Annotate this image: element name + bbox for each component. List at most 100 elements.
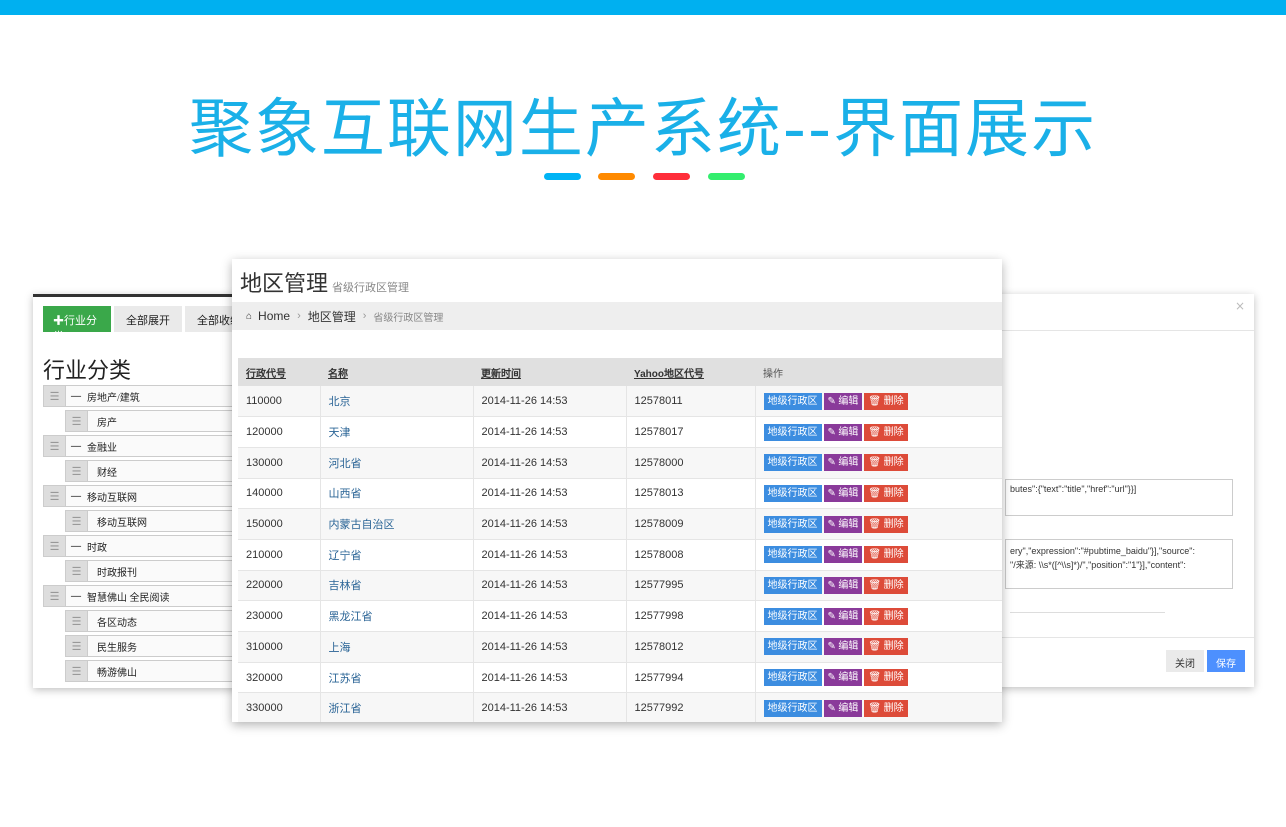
cell-name-link[interactable]: 天津	[319, 416, 473, 448]
sub-region-button[interactable]: 地级行政区	[763, 423, 822, 441]
column-header-updated[interactable]: 更新时间	[473, 358, 626, 386]
cell-code: 230000	[246, 610, 283, 623]
cell-code: 120000	[246, 426, 283, 439]
drag-handle-icon[interactable]: ☰	[66, 411, 88, 431]
cell-actions: 地级行政区 ✎ 编辑 🗑 删除	[754, 539, 1002, 571]
home-icon[interactable]: ⌂	[246, 311, 252, 322]
sub-region-button[interactable]: 地级行政区	[763, 576, 822, 594]
edit-button[interactable]: ✎ 编辑	[823, 669, 863, 687]
drag-handle-icon[interactable]: ☰	[44, 436, 66, 456]
edit-button[interactable]: ✎ 编辑	[823, 607, 863, 625]
collapse-toggle-icon[interactable]: —	[71, 491, 81, 502]
delete-button[interactable]: 🗑 删除	[864, 392, 908, 410]
sub-region-button[interactable]: 地级行政区	[763, 669, 822, 687]
sub-region-button[interactable]: 地级行政区	[763, 638, 822, 656]
cell-name-link[interactable]: 江苏省	[319, 662, 473, 693]
tree-child-node[interactable]: ☰ 财经	[65, 460, 253, 482]
cell-name-link[interactable]: 浙江省	[319, 692, 473, 722]
edit-button[interactable]: ✎ 编辑	[823, 484, 863, 502]
delete-button[interactable]: 🗑 删除	[864, 546, 908, 564]
tree-child-node[interactable]: ☰ 移动互联网	[65, 510, 253, 532]
tree-node-label: 移动互联网	[97, 517, 147, 529]
drag-handle-icon[interactable]: ☰	[44, 586, 66, 606]
drag-handle-icon[interactable]: ☰	[66, 511, 88, 531]
tree-node[interactable]: ☰ — 金融业	[43, 435, 253, 457]
column-header-code[interactable]: 行政代号	[238, 358, 320, 386]
cell-code: 210000	[246, 548, 283, 561]
delete-button-label: 删除	[883, 579, 904, 591]
sub-region-button[interactable]: 地级行政区	[763, 454, 822, 472]
edit-button[interactable]: ✎ 编辑	[823, 638, 863, 656]
drag-handle-icon[interactable]: ☰	[44, 536, 66, 556]
tree-child-node[interactable]: ☰ 各区动态	[65, 610, 253, 632]
config-text-2a: ery","expression":"#pubtime_baidu"}],"so…	[1010, 546, 1195, 556]
drag-handle-icon[interactable]: ☰	[66, 661, 88, 681]
delete-button[interactable]: 🗑 删除	[864, 607, 908, 625]
sub-region-button[interactable]: 地级行政区	[763, 546, 822, 564]
edit-button[interactable]: ✎ 编辑	[823, 699, 863, 717]
collapse-toggle-icon[interactable]: —	[71, 391, 81, 402]
drag-handle-icon[interactable]: ☰	[66, 611, 88, 631]
cell-name-link[interactable]: 内蒙古自治区	[319, 508, 473, 540]
delete-button[interactable]: 🗑 删除	[864, 423, 908, 441]
delete-button-label: 删除	[883, 395, 904, 407]
delete-button[interactable]: 🗑 删除	[864, 454, 908, 472]
tree-node[interactable]: ☰ — 房地产/建筑	[43, 385, 253, 407]
tree-node-label: 移动互联网	[87, 492, 137, 504]
column-header-yahoo[interactable]: Yahoo地区代号	[626, 358, 755, 386]
edit-button[interactable]: ✎ 编辑	[823, 515, 863, 533]
cell-name-link[interactable]: 辽宁省	[319, 539, 473, 571]
drag-handle-icon[interactable]: ☰	[66, 561, 88, 581]
breadcrumb-level1[interactable]: 地区管理	[308, 308, 356, 325]
modal-close-button[interactable]: 关闭	[1166, 650, 1204, 672]
trash-icon: 🗑	[868, 487, 884, 499]
edit-button-label: 编辑	[838, 487, 859, 499]
edit-button[interactable]: ✎ 编辑	[823, 392, 863, 410]
sub-region-button[interactable]: 地级行政区	[763, 484, 822, 502]
tree-node[interactable]: ☰ — 智慧佛山 全民阅读	[43, 585, 253, 607]
modal-close-icon[interactable]: ×	[1235, 299, 1245, 313]
cell-name-link[interactable]: 上海	[319, 631, 473, 663]
tree-child-node[interactable]: ☰ 房产	[65, 410, 253, 432]
collapse-toggle-icon[interactable]: —	[71, 541, 81, 552]
drag-handle-icon[interactable]: ☰	[44, 486, 66, 506]
tree-child-node[interactable]: ☰ 畅游佛山	[65, 660, 253, 682]
cell-name-link[interactable]: 黑龙江省	[319, 600, 473, 632]
cell-name-link[interactable]: 河北省	[319, 447, 473, 479]
add-category-button[interactable]: ✚行业分类	[43, 306, 111, 343]
expand-all-button[interactable]: 全部展开	[114, 306, 182, 332]
tree-child-node[interactable]: ☰ 民生服务	[65, 635, 253, 657]
delete-button[interactable]: 🗑 删除	[864, 638, 908, 656]
sub-region-button[interactable]: 地级行政区	[763, 515, 822, 533]
modal-save-button[interactable]: 保存	[1207, 650, 1245, 672]
edit-button[interactable]: ✎ 编辑	[823, 454, 863, 472]
sub-region-button[interactable]: 地级行政区	[763, 699, 822, 717]
drag-handle-icon[interactable]: ☰	[66, 461, 88, 481]
config-textarea-1[interactable]: butes":{"text":"title","href":"url"}}]	[1005, 479, 1233, 516]
edit-button[interactable]: ✎ 编辑	[823, 546, 863, 564]
edit-button[interactable]: ✎ 编辑	[823, 423, 863, 441]
collapse-toggle-icon[interactable]: —	[71, 591, 81, 602]
tree-child-node[interactable]: ☰ 时政报刊	[65, 560, 253, 582]
tree-node[interactable]: ☰ — 移动互联网	[43, 485, 253, 507]
delete-button[interactable]: 🗑 删除	[864, 484, 908, 502]
cell-name-link[interactable]: 山西省	[319, 478, 473, 509]
table-row: 330000 浙江省 2014-11-26 14:53 12577992 地级行政区 ✎ …	[238, 692, 1002, 722]
delete-button[interactable]: 🗑 删除	[864, 576, 908, 594]
sub-region-button[interactable]: 地级行政区	[763, 607, 822, 625]
sub-region-button[interactable]: 地级行政区	[763, 392, 822, 410]
drag-handle-icon[interactable]: ☰	[66, 636, 88, 656]
delete-button[interactable]: 🗑 删除	[864, 515, 908, 533]
delete-button[interactable]: 🗑 删除	[864, 699, 908, 717]
collapse-toggle-icon[interactable]: —	[71, 441, 81, 452]
cell-name-link[interactable]: 北京	[319, 386, 473, 417]
breadcrumb-home[interactable]: Home	[258, 309, 290, 323]
delete-button[interactable]: 🗑 删除	[864, 669, 908, 687]
drag-handle-icon[interactable]: ☰	[44, 386, 66, 406]
column-header-name[interactable]: 名称	[320, 358, 473, 386]
tree-node[interactable]: ☰ — 时政	[43, 535, 253, 557]
divider-dash-2	[598, 173, 635, 180]
cell-name-link[interactable]: 吉林省	[319, 570, 473, 601]
config-textarea-2[interactable]: ery","expression":"#pubtime_baidu"}],"so…	[1005, 539, 1233, 589]
edit-button[interactable]: ✎ 编辑	[823, 576, 863, 594]
